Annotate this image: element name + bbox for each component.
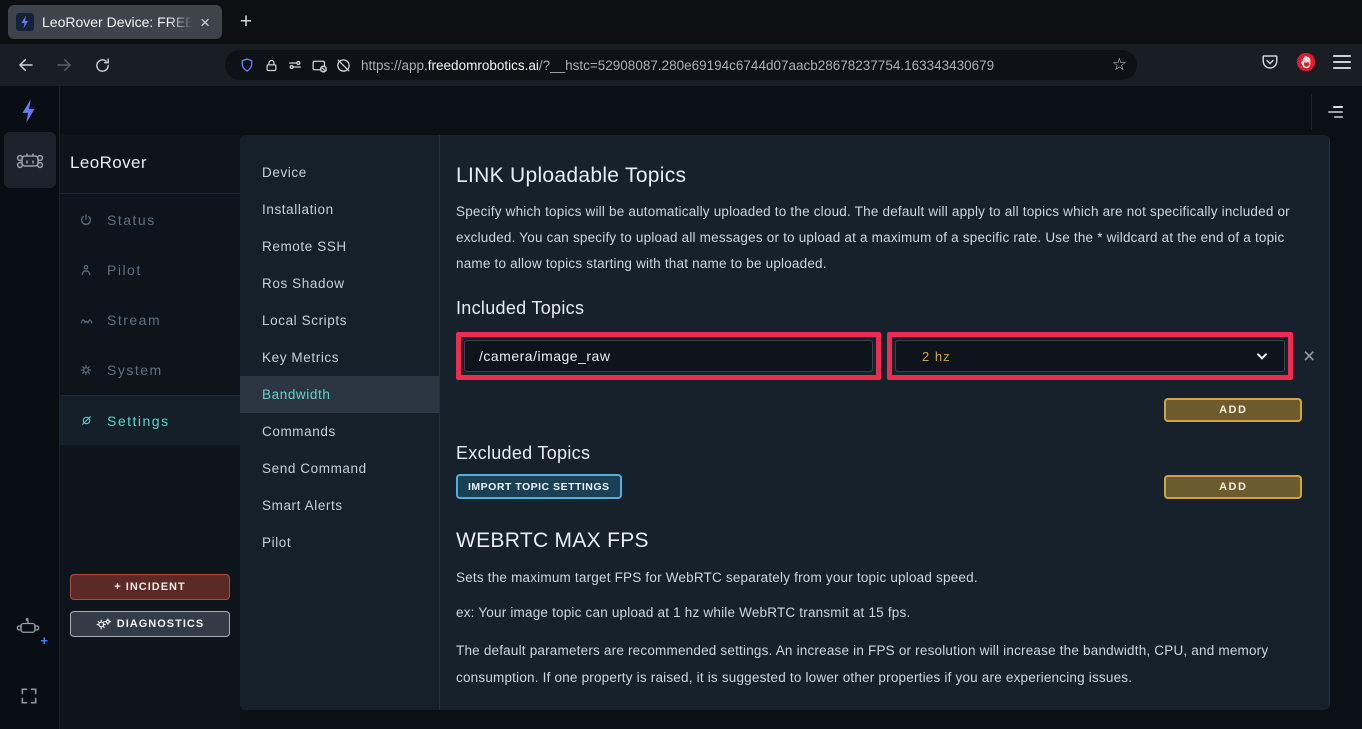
nav-item-stream[interactable]: Stream [60,295,240,345]
section-description: Specify which topics will be automatical… [456,199,1308,277]
nav-label: Pilot [107,262,142,278]
included-topic-row: 2 hz × [456,332,1315,380]
url-domain: freedomrobotics.ai [428,58,539,73]
section-title-link-uploadable-topics: LINK Uploadable Topics [456,164,1315,188]
browser-tab-bar: LeoRover Device: FREED × + [0,0,1362,44]
freedom-robotics-app: + LeoRover Status [0,86,1362,729]
url-path: /?__hstc=52908087.280e69194c6744d07aacb2… [539,58,994,73]
device-nav: Status Pilot Stream [60,195,240,445]
toolbar-right-icons [1256,48,1356,76]
webrtc-title: WEBRTC MAX FPS [456,529,1315,553]
nav-label: Status [107,212,156,228]
app-logo-bolt-icon[interactable] [18,98,42,124]
submenu-item-send-command[interactable]: Send Command [240,450,439,487]
highlight-box-rate: 2 hz [887,332,1293,380]
plus-badge: + [40,633,48,648]
nav-item-settings[interactable]: Settings [60,395,240,445]
pilot-person-icon [78,262,94,278]
reload-icon[interactable] [86,49,118,81]
screenshot-root: LeoRover Device: FREED × + [0,0,1362,729]
included-add-button[interactable]: ADD [1164,398,1302,422]
device-name: LeoRover [70,153,240,179]
diagnostics-button[interactable]: DIAGNOSTICS [70,611,230,637]
incident-button[interactable]: + INCIDENT [70,574,230,600]
fullscreen-button[interactable] [19,686,41,708]
browser-tab[interactable]: LeoRover Device: FREED × [8,5,222,39]
bookmark-star-icon[interactable]: ☆ [1112,55,1127,75]
settings-icon [78,413,94,429]
excluded-add-button[interactable]: ADD [1164,475,1302,499]
highlight-box-topic [456,332,881,380]
fullscreen-icon [19,686,39,706]
import-topic-settings-button[interactable]: IMPORT TOPIC SETTINGS [456,474,622,499]
device-sidebar: LeoRover Status Pilot [60,135,240,729]
nav-label: Stream [107,312,161,328]
sidebar-divider [60,193,240,194]
rate-select-value: 2 hz [922,349,951,364]
included-topics-title: Included Topics [456,298,1315,319]
submenu-item-pilot[interactable]: Pilot [240,524,439,561]
nav-item-status[interactable]: Status [60,195,240,245]
back-icon[interactable] [10,49,42,81]
rover-icon [14,148,46,172]
submenu-item-ros-shadow[interactable]: Ros Shadow [240,265,439,302]
submenu-item-remote-ssh[interactable]: Remote SSH [240,228,439,265]
excluded-topics-title: Excluded Topics [456,443,1315,464]
topic-name-input[interactable] [464,340,873,372]
submenu-item-bandwidth[interactable]: Bandwidth [240,376,439,413]
tab-close-icon[interactable]: × [196,13,214,32]
pocket-icon[interactable] [1256,48,1284,76]
blocked-storage-icon[interactable] [307,53,331,77]
system-gear-icon [78,362,94,378]
rate-select[interactable]: 2 hz [895,340,1285,372]
app-topbar-divider [1311,94,1312,130]
blocker-extension-icon[interactable] [1292,48,1320,76]
included-add-row: ADD [456,398,1315,422]
forward-icon[interactable] [48,49,80,81]
tracking-shield-icon[interactable] [235,53,259,77]
webrtc-p2: ex: Your image topic can upload at 1 hz … [456,603,1315,623]
submenu-item-device[interactable]: Device [240,154,439,191]
tab-title: LeoRover Device: FREED [42,14,196,30]
add-device-button[interactable]: + [14,616,46,646]
settings-card: Device Installation Remote SSH Ros Shado… [240,135,1330,710]
nav-item-system[interactable]: System [60,345,240,395]
settings-submenu: Device Installation Remote SSH Ros Shado… [240,135,440,710]
hamburger-menu-icon[interactable] [1328,48,1356,76]
lock-icon[interactable] [259,53,283,77]
stream-waves-icon [78,312,94,328]
submenu-item-key-metrics[interactable]: Key Metrics [240,339,439,376]
url-bar[interactable]: https://app.freedomrobotics.ai/?__hstc=5… [225,50,1137,80]
permissions-sliders-icon[interactable] [283,53,307,77]
excluded-actions-row: IMPORT TOPIC SETTINGS ADD [456,474,1315,499]
nav-item-pilot[interactable]: Pilot [60,245,240,295]
tab-favicon-bolt-icon [16,13,34,31]
device-rover-button[interactable] [4,132,56,188]
nav-label: System [107,362,163,378]
submenu-item-installation[interactable]: Installation [240,191,439,228]
webrtc-p1: Sets the maximum target FPS for WebRTC s… [456,568,1315,588]
diagnostics-label: DIAGNOSTICS [117,618,204,630]
status-power-icon [78,212,94,228]
new-tab-button[interactable]: + [232,8,260,36]
remove-topic-icon[interactable]: × [1303,346,1315,367]
submenu-item-smart-alerts[interactable]: Smart Alerts [240,487,439,524]
layout-sort-icon[interactable] [1323,104,1345,120]
app-left-rail: + [0,86,60,729]
nav-label: Settings [107,413,170,429]
autoplay-blocked-icon[interactable] [331,53,355,77]
url-scheme: https://app. [361,58,428,73]
diagnostics-gears-icon [96,618,111,631]
url-text: https://app.freedomrobotics.ai/?__hstc=5… [361,58,1108,73]
chevron-down-icon [1254,348,1270,364]
bandwidth-content: LINK Uploadable Topics Specify which top… [440,135,1329,710]
submenu-item-local-scripts[interactable]: Local Scripts [240,302,439,339]
content-scrollbar[interactable] [1329,135,1330,710]
submenu-item-commands[interactable]: Commands [240,413,439,450]
webrtc-p3: The default parameters are recommended s… [456,637,1308,691]
add-rover-icon [14,616,42,638]
